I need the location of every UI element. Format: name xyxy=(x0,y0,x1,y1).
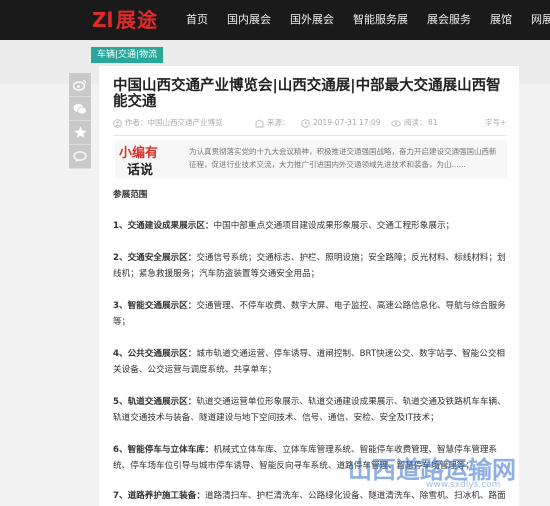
item-heading: 7、道路养护施工装备： xyxy=(113,491,205,501)
comment-icon[interactable] xyxy=(69,145,91,169)
item-heading: 6、智能停车与立体车库： xyxy=(113,445,214,455)
logo-mark: Zl xyxy=(92,8,114,32)
list-item: 3、智能交通展示区：交通管理、不停车收费、数字大屏、电子监控、高速公路信息化、导… xyxy=(113,298,511,330)
share-sidebar xyxy=(69,73,91,169)
site-watermark: 山西道路运输网 www.sxdlys.com xyxy=(348,450,548,500)
weibo-icon[interactable] xyxy=(69,73,91,97)
intro-summary: 为认真贯彻落实党的十九大会议精神，积极推进交通强国战略，奋力开启建设交通强国山西… xyxy=(189,147,497,169)
nav-item-expo-service[interactable]: 展会服务 xyxy=(427,0,471,40)
editor-badge: 小编有 话说 xyxy=(115,140,173,178)
item-heading: 4、公共交通展示区： xyxy=(113,349,197,359)
nav-item-foreign-expo[interactable]: 国外展会 xyxy=(290,0,334,40)
category-tag[interactable]: 车辆|交通|物流 xyxy=(91,47,163,63)
top-navigation-bar: Zl 展途 首页 国内展会 国外展会 智能服务展 展会服务 展馆 网展 xyxy=(0,0,550,40)
item-heading: 3、智能交通展示区： xyxy=(113,301,197,311)
item-text: 中国中部重点交通项目建设成果形象展示、交通工程形象展示； xyxy=(213,221,455,231)
article-author: 作者：中国山西交通产业博览 xyxy=(125,118,223,127)
star-icon[interactable] xyxy=(69,121,91,145)
nav-item-venues[interactable]: 展馆 xyxy=(490,0,512,40)
site-logo[interactable]: Zl 展途 xyxy=(92,6,170,34)
logo-text: 展途 xyxy=(116,8,158,32)
item-heading: 1、交通建设成果展示区： xyxy=(113,221,214,231)
article-card: 中国山西交通产业博览会|山西交通展|中部最大交通展山西智能交通 作者：中国山西交… xyxy=(99,66,519,506)
views-label: 阅读： xyxy=(404,118,427,127)
main-nav: 首页 国内展会 国外展会 智能服务展 展会服务 展馆 网展 xyxy=(186,0,550,40)
watermark-url: www.sxdlys.com xyxy=(426,480,501,490)
article-source: 来源： xyxy=(267,118,290,127)
clock-icon xyxy=(301,116,310,130)
nav-item-online-expo[interactable]: 网展 xyxy=(531,0,550,40)
article-title: 中国山西交通产业博览会|山西交通展|中部最大交通展山西智能交通 xyxy=(113,78,501,110)
source-icon xyxy=(255,116,264,130)
list-item: 1、交通建设成果展示区：中国中部重点交通项目建设成果形象展示、交通工程形象展示； xyxy=(113,218,511,234)
meta-divider xyxy=(113,135,507,136)
list-item: 2、交通安全展示区：交通信号系统；交通标志、护栏、照明设施；安全路障；反光材料、… xyxy=(113,250,511,282)
editor-intro: 小编有 话说 为认真贯彻落实党的十九大会议精神，积极推进交通强国战略，奋力开启建… xyxy=(115,140,507,178)
nav-item-smart-service[interactable]: 智能服务展 xyxy=(353,0,408,40)
item-heading: 5、轨道交通展示区： xyxy=(113,397,197,407)
list-item: 4、公共交通展示区：城市轨道交通运营、停车诱导、道闸控制、BRT快速公交、数字站… xyxy=(113,346,511,378)
item-heading: 2、交通安全展示区： xyxy=(113,253,197,263)
wechat-icon[interactable] xyxy=(69,97,91,121)
nav-item-home[interactable]: 首页 xyxy=(186,0,208,40)
nav-item-domestic-expo[interactable]: 国内展会 xyxy=(227,0,271,40)
article-date: 2019-07-31 17:09 xyxy=(313,118,381,127)
section-title: 参展范围 xyxy=(113,190,148,200)
views-count: 81 xyxy=(428,118,438,127)
eye-icon xyxy=(391,116,401,130)
badge-bottom-text: 话说 xyxy=(127,163,154,178)
article-meta: 作者：中国山西交通产业博览 来源： 2019-07-31 17:09 阅读： 8… xyxy=(113,116,507,130)
author-icon xyxy=(113,116,122,130)
font-size-toggle[interactable]: 字号+ xyxy=(485,116,506,130)
article-body: 参展范围 1、交通建设成果展示区：中国中部重点交通项目建设成果形象展示、交通工程… xyxy=(113,188,511,501)
list-item: 5、轨道交通展示区：轨道交通运营单位形象展示、轨道交通建设成果展示、轨道交通及铁… xyxy=(113,394,511,426)
